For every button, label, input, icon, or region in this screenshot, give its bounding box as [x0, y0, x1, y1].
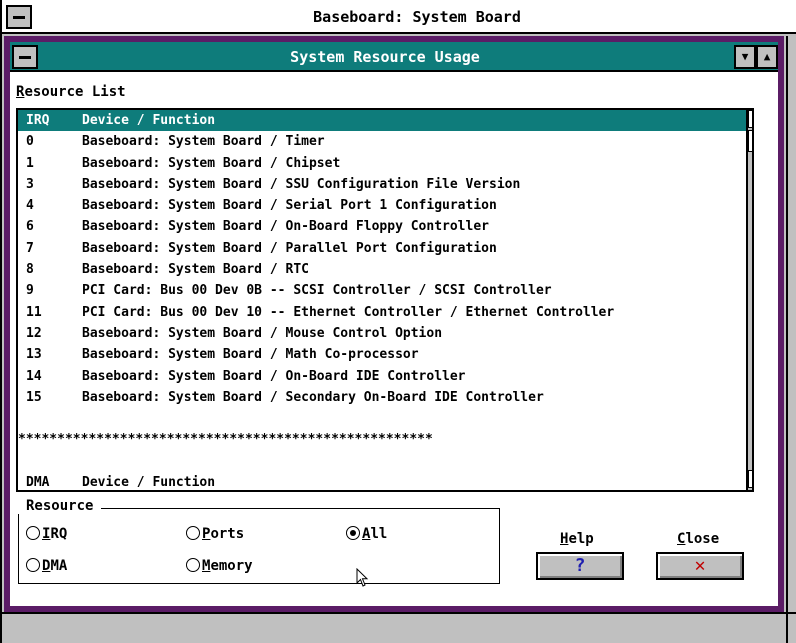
radio-all[interactable]: All [346, 526, 387, 542]
irq-number: 14 [26, 368, 42, 384]
irq-number: 7 [26, 240, 34, 256]
resource-list-rows: IRQ Device / Function 0 Baseboard: System… [18, 110, 746, 490]
list-item-blank[interactable] [18, 408, 746, 429]
list-item-blank[interactable] [18, 451, 746, 472]
outer-system-menu-button[interactable] [6, 5, 32, 29]
radio-memory[interactable]: Memory [186, 558, 253, 574]
close-x-icon: ✕ [694, 555, 706, 576]
radio-circle-icon [186, 558, 200, 572]
device-function: Baseboard: System Board / Parallel Port … [82, 240, 497, 256]
device-function: Baseboard: System Board / Math Co-proces… [82, 347, 419, 363]
list-item[interactable]: 11 PCI Card: Bus 00 Dev 10 -- Ethernet Co… [18, 302, 746, 323]
radio-circle-icon [186, 526, 200, 540]
radio-all-label: ll [370, 526, 388, 542]
list-item[interactable]: 0 Baseboard: System Board / Timer [18, 131, 746, 152]
resource-groupbox [18, 508, 500, 584]
question-mark-icon: ? [574, 555, 586, 576]
irq-number: 3 [26, 176, 34, 192]
help-label-text: elp [568, 531, 594, 547]
dma-header-col2: Device / Function [82, 475, 216, 491]
scroll-down-button[interactable]: ▼ [748, 470, 752, 488]
radio-circle-icon [26, 558, 40, 572]
list-item[interactable]: 1 Baseboard: System Board / Chipset [18, 153, 746, 174]
scroll-thumb[interactable] [748, 130, 752, 152]
list-item[interactable]: 3 Baseboard: System Board / SSU Configura… [18, 174, 746, 195]
radio-ports[interactable]: Ports [186, 526, 244, 542]
menu-dash-icon [13, 16, 25, 19]
mouse-pointer-icon [356, 568, 369, 587]
radio-dma[interactable]: DMA [26, 558, 67, 574]
device-function: Baseboard: System Board / Timer [82, 134, 325, 150]
resource-list-label: Resource List [16, 84, 126, 100]
device-function: Baseboard: System Board / Chipset [82, 155, 341, 171]
list-item[interactable]: 12 Baseboard: System Board / Mouse Contro… [18, 323, 746, 344]
irq-number: 6 [26, 219, 34, 235]
irq-number: 9 [26, 283, 34, 299]
device-function: Baseboard: System Board / On-Board IDE C… [82, 368, 466, 384]
irq-number: 8 [26, 262, 34, 278]
list-item[interactable]: DMA Device / Function [18, 472, 746, 491]
close-label-text: lose [685, 531, 720, 547]
irq-number: 1 [26, 155, 34, 171]
radio-ports-label: orts [210, 526, 245, 542]
device-function: PCI Card: Bus 00 Dev 10 -- Ethernet Cont… [82, 304, 615, 320]
dialog-body: Resource List IRQ Device / Function 0 Bas… [10, 72, 778, 606]
device-function: PCI Card: Bus 00 Dev 0B -- SCSI Controll… [82, 283, 552, 299]
header-col-irq: IRQ [26, 113, 50, 128]
list-item[interactable]: 9 PCI Card: Bus 00 Dev 0B -- SCSI Control… [18, 280, 746, 301]
arrow-down-icon: ▼ [741, 50, 749, 63]
menu-dash-icon [19, 56, 31, 59]
device-function: Baseboard: System Board / SSU Configurat… [82, 176, 521, 192]
system-resource-usage-dialog: System Resource Usage ▼ ▲ Resource List … [4, 36, 784, 612]
outer-title-bar: Baseboard: System Board [2, 0, 796, 34]
irq-number: 0 [26, 134, 34, 150]
list-item[interactable]: 14 Baseboard: System Board / On-Board IDE… [18, 366, 746, 387]
irq-number: 13 [26, 347, 42, 363]
outer-window-title: Baseboard: System Board [313, 8, 521, 26]
irq-number: 12 [26, 325, 42, 341]
resource-group-title: Resource [18, 498, 102, 514]
close-label: Close [677, 531, 719, 547]
header-col-device: Device / Function [82, 113, 216, 128]
list-header-row[interactable]: IRQ Device / Function [18, 110, 746, 132]
close-button[interactable]: ✕ [656, 552, 744, 580]
list-item[interactable]: 6 Baseboard: System Board / On-Board Flop… [18, 216, 746, 237]
list-vertical-scrollbar[interactable]: ▲ ▼ [746, 110, 752, 490]
help-button[interactable]: ? [536, 552, 624, 580]
radio-irq-label: RQ [50, 526, 68, 542]
dialog-title-bar[interactable]: System Resource Usage ▼ ▲ [10, 42, 778, 72]
list-item[interactable]: 7 Baseboard: System Board / Parallel Port… [18, 238, 746, 259]
list-item[interactable]: 8 Baseboard: System Board / RTC [18, 259, 746, 280]
radio-dma-label: MA [50, 558, 68, 574]
radio-selected-icon [346, 526, 360, 540]
device-function: Baseboard: System Board / Mouse Control … [82, 325, 443, 341]
resource-listbox[interactable]: IRQ Device / Function 0 Baseboard: System… [16, 108, 754, 492]
device-function: Baseboard: System Board / Secondary On-B… [82, 389, 544, 405]
arrow-up-icon: ▲ [763, 50, 771, 63]
irq-number: 15 [26, 389, 42, 405]
dialog-title: System Resource Usage [290, 48, 480, 66]
device-function: Baseboard: System Board / On-Board Flopp… [82, 219, 489, 235]
device-function: Baseboard: System Board / RTC [82, 262, 309, 278]
list-item[interactable]: 15 Baseboard: System Board / Secondary On… [18, 387, 746, 408]
dma-header-col1: DMA [26, 475, 50, 491]
list-item-separator[interactable]: ****************************************… [18, 429, 746, 450]
minimize-button[interactable]: ▼ [734, 45, 756, 69]
separator-text: ****************************************… [18, 432, 433, 448]
radio-irq[interactable]: IRQ [26, 526, 67, 542]
outer-window-edge [786, 36, 796, 643]
scroll-up-button[interactable]: ▲ [748, 110, 752, 128]
list-item[interactable]: 13 Baseboard: System Board / Math Co-proc… [18, 344, 746, 365]
irq-number: 11 [26, 304, 42, 320]
resource-list-label-text: esource List [24, 84, 126, 100]
help-label: Help [560, 531, 594, 547]
radio-memory-label: emory [210, 558, 253, 574]
radio-circle-icon [26, 526, 40, 540]
device-function: Baseboard: System Board / Serial Port 1 … [82, 198, 497, 214]
list-item[interactable]: 4 Baseboard: System Board / Serial Port 1… [18, 195, 746, 216]
outer-divider [2, 612, 796, 614]
dialog-system-menu-button[interactable] [12, 45, 38, 69]
maximize-button[interactable]: ▲ [756, 45, 778, 69]
irq-number: 4 [26, 198, 34, 214]
